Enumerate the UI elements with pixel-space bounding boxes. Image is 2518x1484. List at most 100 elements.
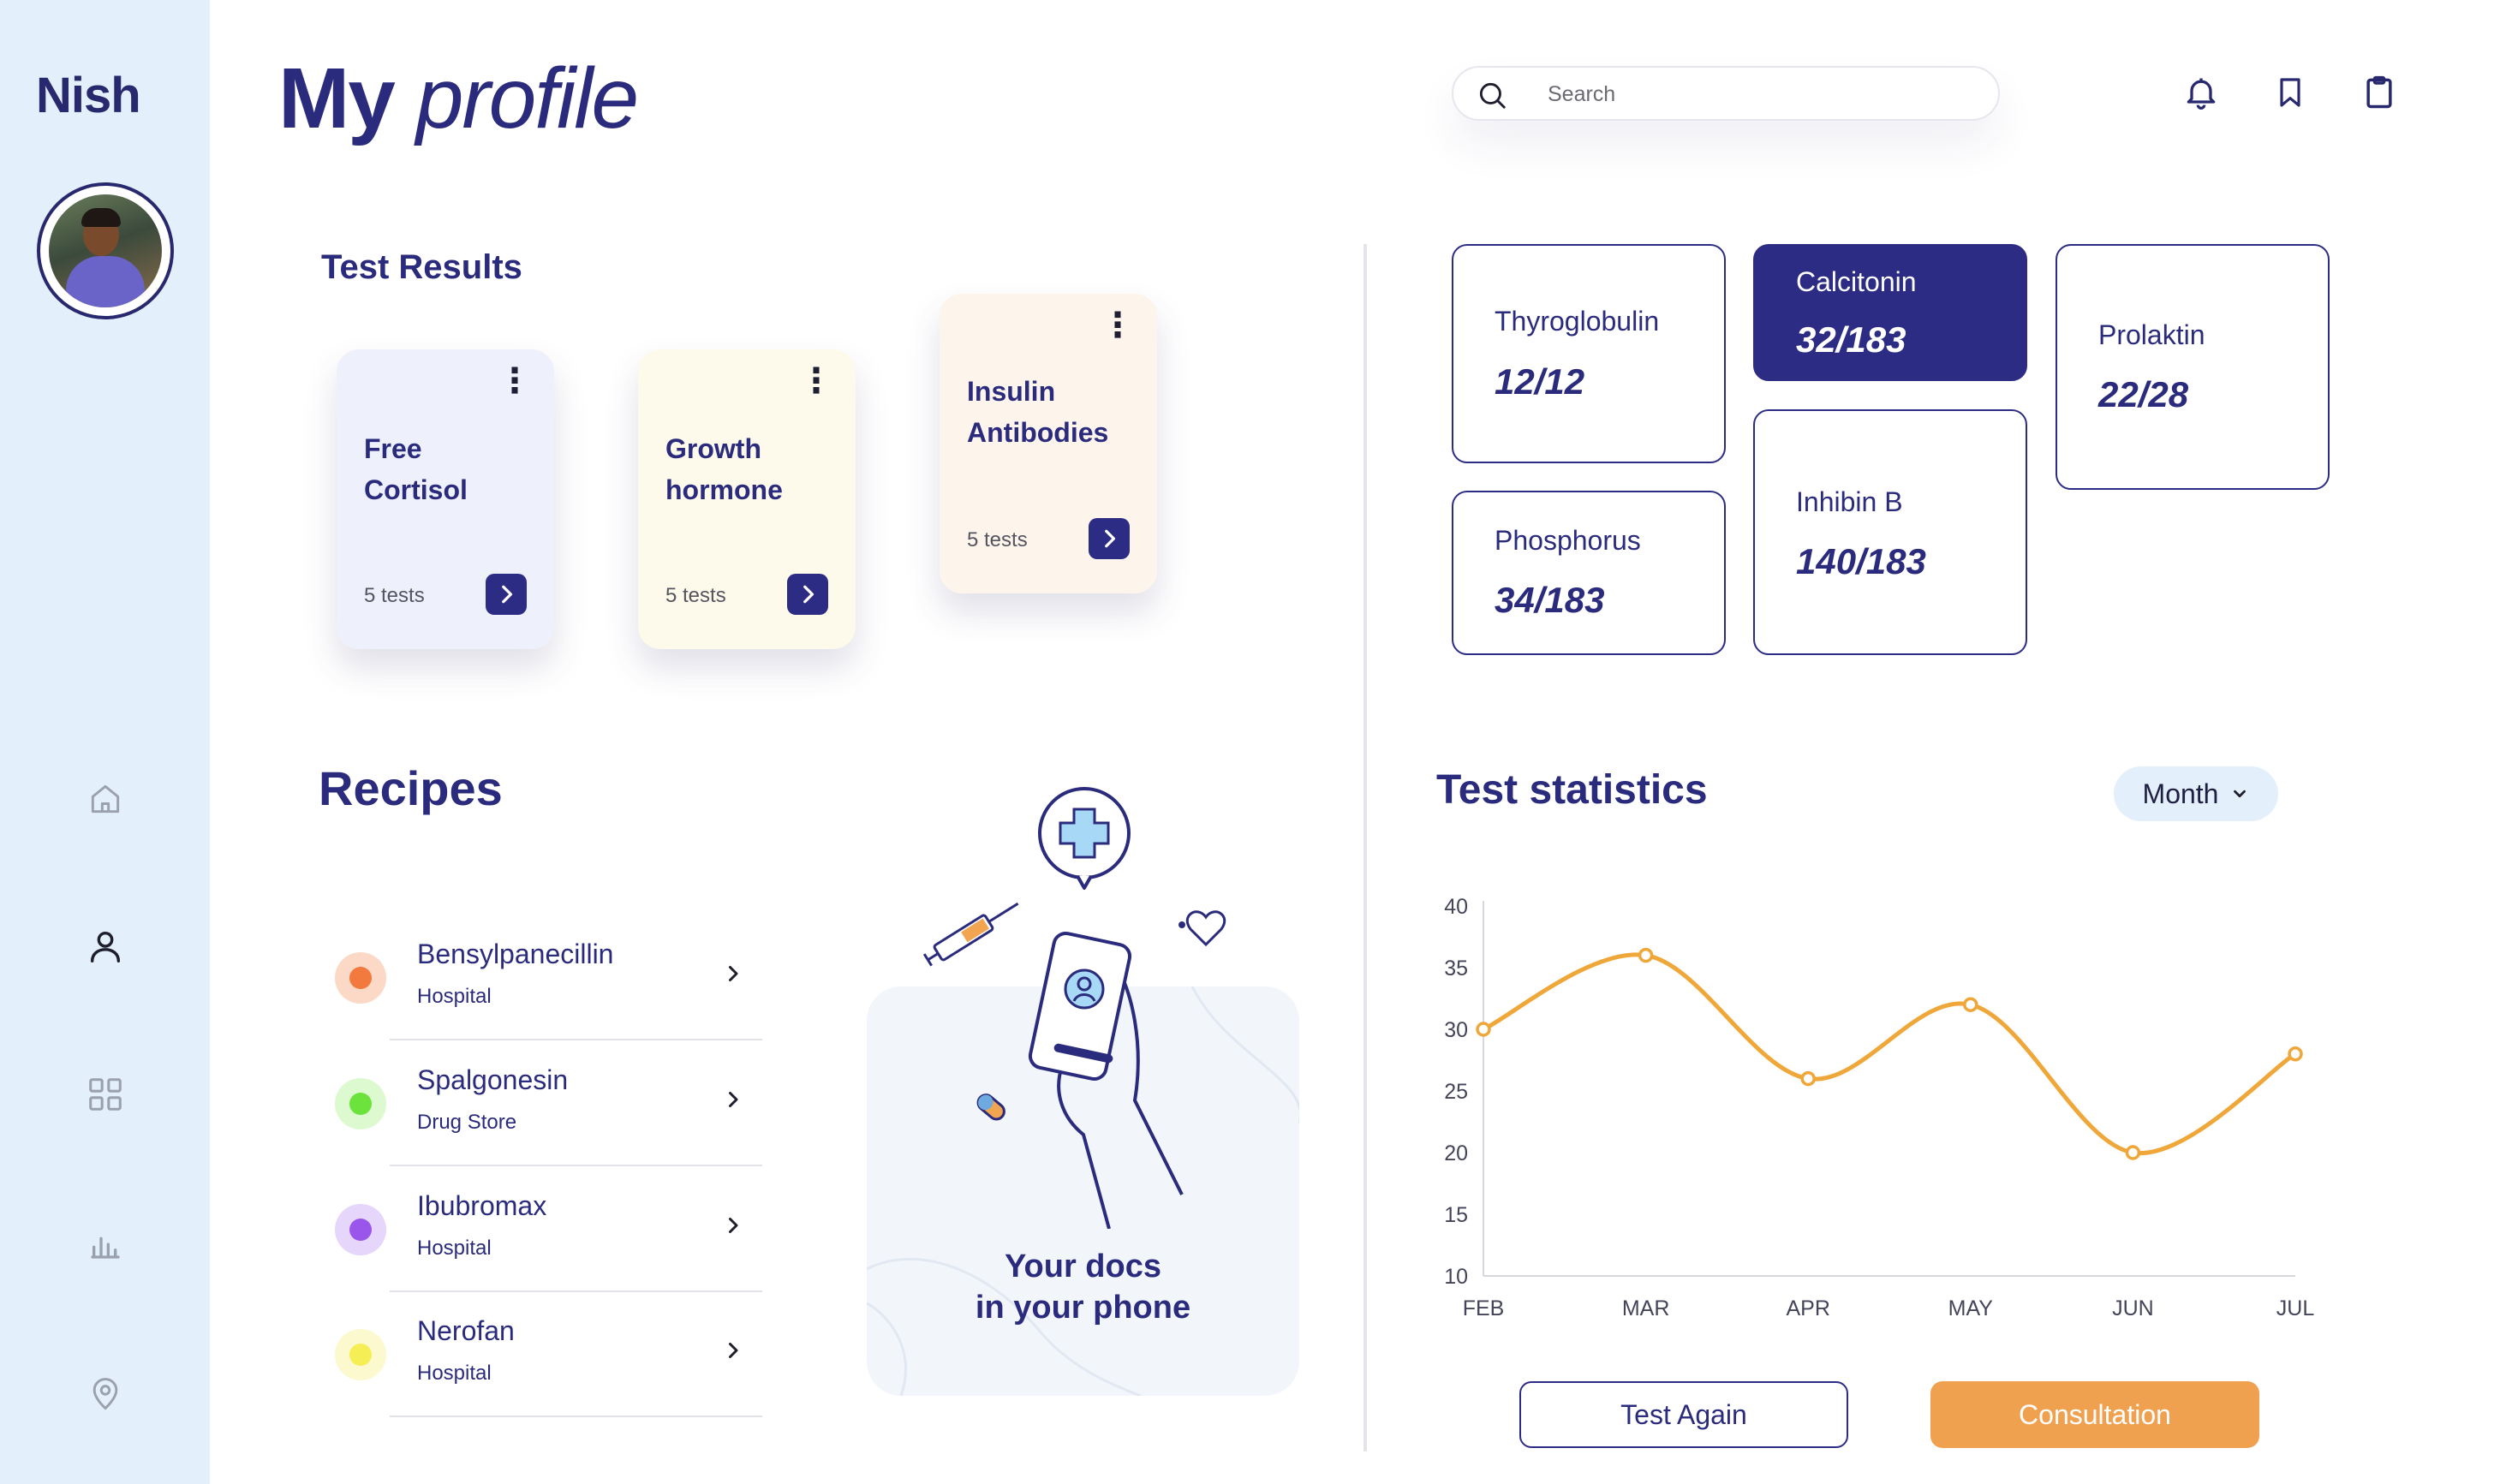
x-tick-label: MAR (1622, 1296, 1670, 1320)
hormone-card-calcitonin[interactable]: Calcitonin 32/183 (1753, 244, 2027, 381)
recipe-place: Hospital (417, 1362, 492, 1385)
recipe-place: Drug Store (417, 1111, 517, 1134)
y-tick-label: 10 (1444, 1265, 1468, 1289)
page-title-italic: profile (415, 51, 639, 146)
bookmark-icon[interactable] (2268, 69, 2312, 116)
period-select-label: Month (2142, 778, 2219, 809)
recipe-item-bensylpanecillin[interactable]: Bensylpanecillin Hospital (330, 915, 762, 1040)
home-icon[interactable] (81, 775, 129, 823)
hormone-card-prolaktin[interactable]: Prolaktin 22/28 (2056, 244, 2330, 490)
hormone-value: 22/28 (2098, 374, 2189, 414)
brand-logo: Nish (36, 68, 141, 123)
test-card-name: Free Cortisol (364, 433, 468, 505)
search-input[interactable] (1548, 78, 1976, 110)
hormone-card-thyroglobulin[interactable]: Thyroglobulin 12/12 (1452, 244, 1726, 463)
test-card-growth-hormone[interactable]: ⋮ Growth hormone 5 tests (638, 349, 856, 649)
test-card-count: 5 tests (665, 584, 726, 607)
hormone-value: 12/12 (1495, 361, 1585, 402)
phone-illustration-icon (922, 787, 1226, 1229)
y-tick-label: 35 (1444, 957, 1468, 980)
test-card-free-cortisol[interactable]: ⋮ Free Cortisol 5 tests (337, 349, 554, 649)
more-options-icon[interactable]: ⋮ (498, 364, 532, 398)
x-tick-label: MAY (1948, 1296, 1994, 1320)
user-icon[interactable] (81, 922, 129, 970)
sidebar: Nish (0, 0, 210, 1484)
recipe-place: Hospital (417, 985, 492, 1008)
chevron-right-icon[interactable] (486, 574, 527, 615)
recipes-title: Recipes (319, 761, 503, 815)
test-card-name: Insulin Antibodies (967, 376, 1109, 448)
hormone-card-inhibin-b[interactable]: Inhibin B 140/183 (1753, 409, 2027, 655)
series-line (1481, 952, 2298, 1155)
data-point[interactable] (1800, 1070, 1816, 1087)
y-tick-label: 40 (1444, 895, 1468, 919)
recipe-item-spalgonesin[interactable]: Spalgonesin Drug Store (330, 1040, 762, 1166)
hormone-name: Thyroglobulin (1495, 306, 1660, 337)
period-select[interactable]: Month (2114, 766, 2278, 821)
hormone-name: Inhibin B (1796, 486, 1903, 517)
hormone-value: 140/183 (1796, 541, 1926, 581)
recipe-name: Bensylpanecillin (417, 939, 614, 969)
test-again-button[interactable]: Test Again (1519, 1381, 1848, 1448)
more-options-icon[interactable]: ⋮ (1101, 308, 1135, 343)
hormone-card-phosphorus[interactable]: Phosphorus 34/183 (1452, 491, 1726, 655)
chevron-right-icon[interactable] (719, 1213, 745, 1243)
status-dot (335, 1329, 386, 1380)
bell-icon[interactable] (2179, 69, 2223, 116)
test-card-name: Growth hormone (665, 433, 783, 505)
page-title-bold: My (278, 51, 396, 146)
y-tick-label: 15 (1444, 1203, 1468, 1227)
data-point[interactable] (1963, 997, 1978, 1012)
hormone-value: 32/183 (1796, 319, 1906, 360)
search-bar (1452, 66, 2000, 121)
recipe-name: Spalgonesin (417, 1064, 569, 1095)
recipe-item-ibubromax[interactable]: Ibubromax Hospital (330, 1166, 762, 1292)
docs-promo-line1: Your docs (1005, 1249, 1161, 1284)
test-card-count: 5 tests (364, 584, 425, 607)
more-options-icon[interactable]: ⋮ (799, 364, 833, 398)
hormone-name: Phosphorus (1495, 525, 1641, 556)
test-statistics-title: Test statistics (1436, 767, 1708, 813)
consultation-button[interactable]: Consultation (1930, 1381, 2259, 1448)
page-title: My profile (278, 50, 639, 148)
x-tick-label: FEB (1463, 1296, 1505, 1320)
status-dot (335, 1078, 386, 1129)
status-dot (335, 1204, 386, 1255)
chevron-right-icon[interactable] (719, 1087, 745, 1117)
recipe-place: Hospital (417, 1237, 492, 1260)
test-card-insulin-antibodies[interactable]: ⋮ Insulin Antibodies 5 tests (940, 294, 1157, 593)
chevron-right-icon[interactable] (787, 574, 828, 615)
docs-promo-line2: in your phone (975, 1290, 1191, 1326)
chevron-right-icon[interactable] (719, 961, 745, 991)
test-results-title: Test Results (321, 248, 522, 286)
recipe-item-nerofan[interactable]: Nerofan Hospital (330, 1291, 762, 1417)
hormone-name: Prolaktin (2098, 319, 2205, 350)
test-card-count: 5 tests (967, 528, 1028, 551)
chart-icon[interactable] (81, 1220, 129, 1268)
recipe-name: Ibubromax (417, 1190, 547, 1221)
data-point[interactable] (1476, 1022, 1491, 1037)
test-statistics-chart: 40 35 30 25 20 15 10 FEB MAR APR MAY JUN JUL (1444, 895, 2314, 1320)
search-icon (1476, 79, 1508, 116)
clipboard-icon[interactable] (2357, 69, 2402, 116)
chevron-down-icon (2234, 790, 2247, 798)
hormone-value: 34/183 (1495, 580, 1605, 620)
hormone-name: Calcitonin (1796, 266, 1917, 297)
avatar-photo (49, 194, 162, 307)
data-point[interactable] (2125, 1145, 2141, 1160)
docs-promo-text: Your docs in your phone (867, 1246, 1299, 1328)
location-pin-icon[interactable] (81, 1370, 129, 1418)
y-tick-label: 25 (1444, 1080, 1468, 1104)
section-divider (1363, 244, 1367, 1451)
x-tick-label: APR (1786, 1296, 1829, 1320)
data-point[interactable] (2288, 1046, 2303, 1062)
status-dot (335, 952, 386, 1004)
chevron-right-icon[interactable] (719, 1338, 745, 1368)
y-tick-label: 20 (1444, 1141, 1468, 1165)
y-tick-label: 30 (1444, 1018, 1468, 1042)
avatar[interactable] (37, 182, 174, 319)
data-point[interactable] (1638, 947, 1654, 963)
chevron-right-icon[interactable] (1089, 518, 1130, 559)
x-tick-label: JUN (2112, 1296, 2154, 1320)
grid-icon[interactable] (81, 1070, 129, 1118)
